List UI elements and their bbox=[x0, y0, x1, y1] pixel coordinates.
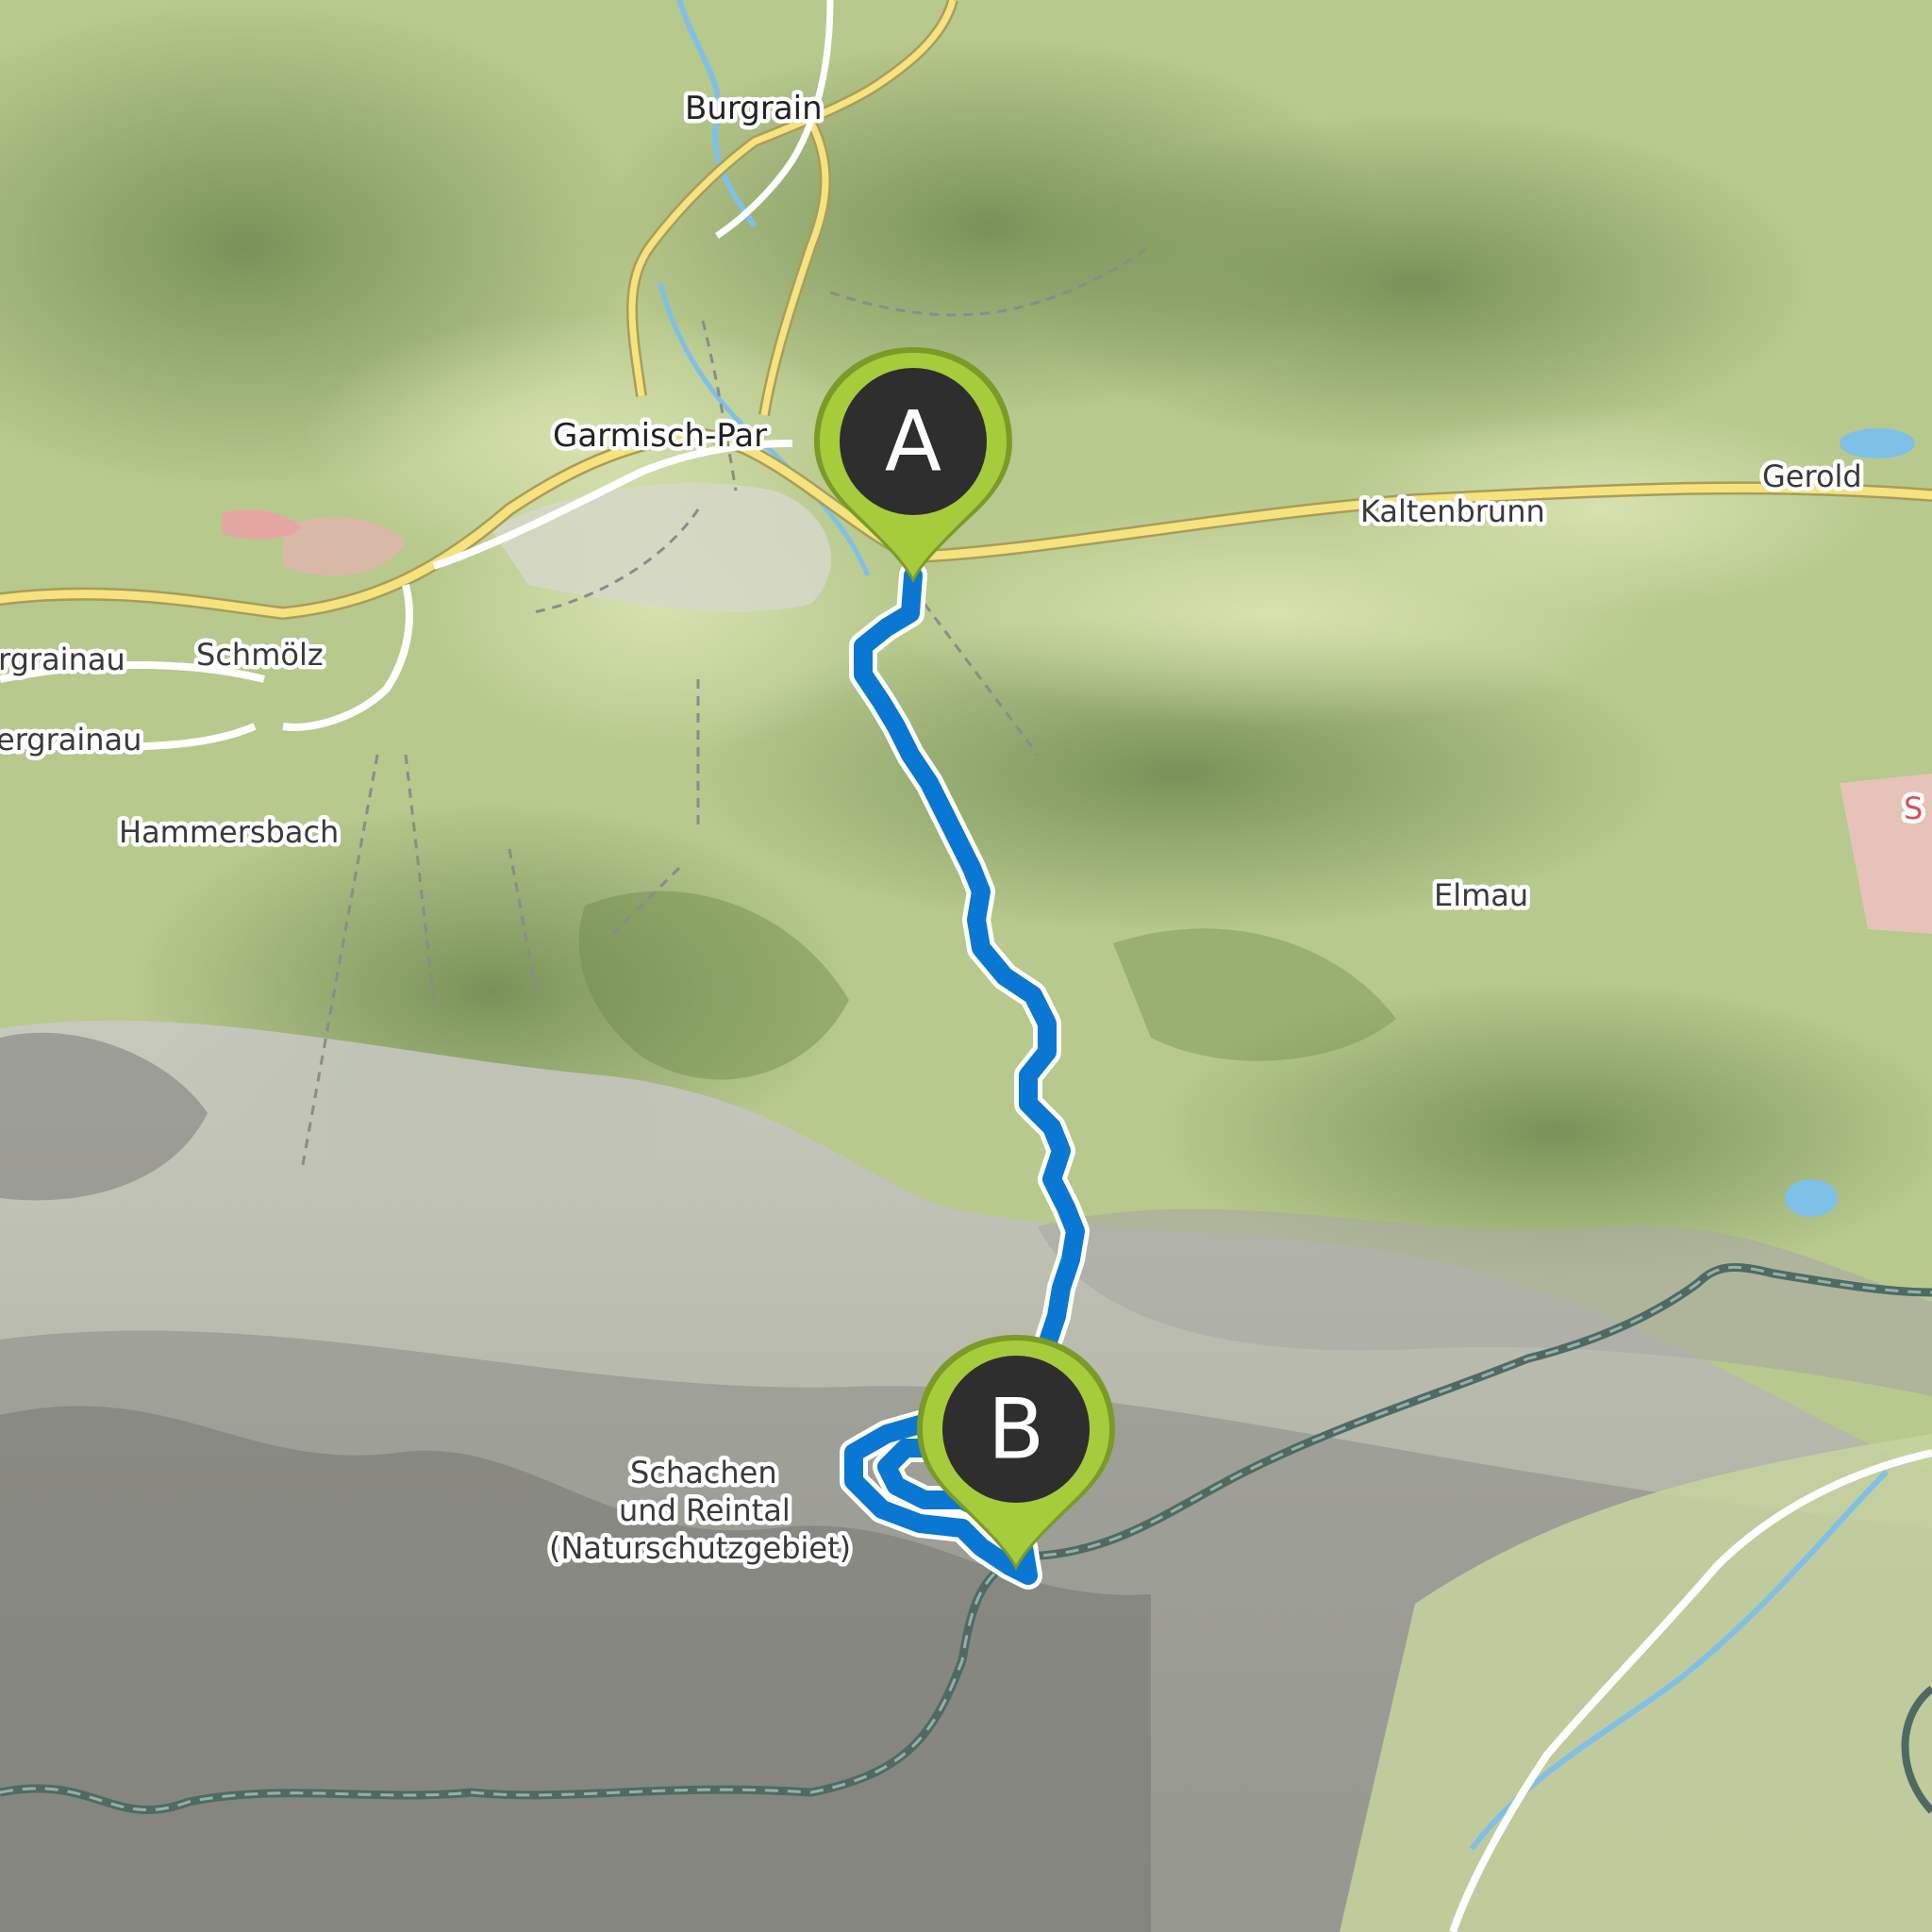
place-label-elmau: Elmau bbox=[1434, 877, 1528, 913]
place-label-edge-s: S bbox=[1904, 791, 1923, 826]
place-label-schachen-line2: und Reintal bbox=[619, 1492, 791, 1528]
place-label-burgrain: Burgrain bbox=[685, 90, 823, 127]
place-label-schmoelz: Schmölz bbox=[196, 637, 324, 673]
place-label-kaltenbrunn: Kaltenbrunn bbox=[1360, 493, 1545, 529]
place-label-schachen-line1: Schachen bbox=[630, 1455, 777, 1491]
place-label-hammersbach: Hammersbach bbox=[119, 814, 339, 850]
place-label-grainau-2: ergrainau bbox=[0, 722, 142, 758]
marker-letter-a: A bbox=[885, 393, 941, 491]
place-label-schachen-line3: (Naturschutzgebiet) bbox=[549, 1530, 851, 1566]
map-view[interactable]: Burgrain Garmisch-Par Gerold Kaltenbrunn… bbox=[0, 0, 1932, 1932]
marker-letter-b: B bbox=[988, 1381, 1044, 1478]
map-canvas[interactable]: Burgrain Garmisch-Par Gerold Kaltenbrunn… bbox=[0, 0, 1932, 1932]
place-label-garmisch: Garmisch-Par bbox=[553, 417, 767, 455]
place-label-grainau-1: rgrainau bbox=[0, 641, 125, 677]
place-label-gerold: Gerold bbox=[1762, 458, 1862, 494]
